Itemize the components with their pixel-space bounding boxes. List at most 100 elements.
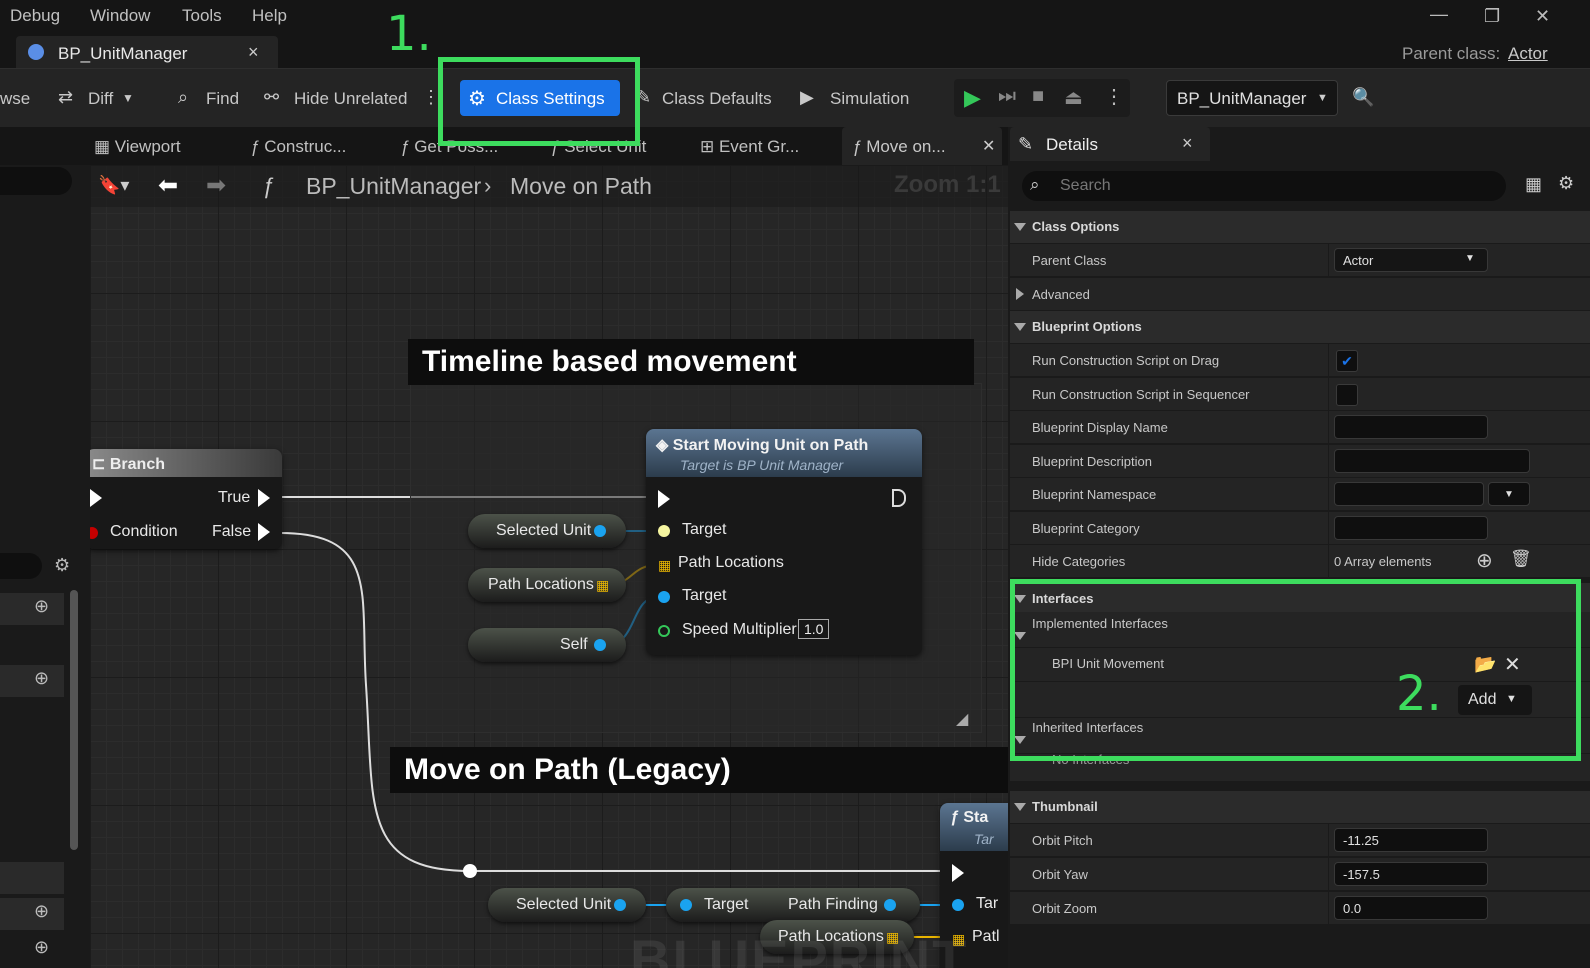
browse-button[interactable]: wse [0,89,30,109]
self-node[interactable]: Self [468,628,626,662]
minimize-icon[interactable]: — [1430,4,1448,25]
tab-details[interactable]: ✎ Details × [1010,127,1210,161]
exec-in-pin[interactable] [90,489,102,507]
gear-icon[interactable]: ⚙ [54,555,70,576]
table-view-icon[interactable]: ▦ [1525,174,1542,195]
add-icon[interactable]: ⊕ [34,596,49,617]
forward-arrow-icon[interactable]: ➡ [206,171,226,200]
resize-handle-icon[interactable]: ◢ [956,709,968,729]
left-scrollbar[interactable] [70,590,78,850]
trash-icon[interactable]: 🗑 [1510,549,1532,569]
comment-title[interactable]: Move on Path (Legacy) [390,747,1008,793]
target-pin[interactable] [680,899,692,911]
parent-class-dropdown[interactable]: Actor ▼ [1334,248,1488,272]
graph-canvas[interactable]: Timeline based movement ◢ Move on Path (… [90,165,1008,968]
class-options-header[interactable]: Class Options [1010,211,1590,243]
comment-title[interactable]: Timeline based movement [408,339,974,385]
search-icon: ⌕ [1030,175,1040,194]
section-label: Thumbnail [1032,799,1098,814]
close-window-icon[interactable]: ✕ [1535,6,1550,27]
left-filter-field[interactable] [0,553,42,579]
tab-event-graph[interactable]: ⊞ Event Gr... [700,137,799,157]
hide-unrelated-button[interactable]: Hide Unrelated [294,89,407,109]
variable-out-pin[interactable] [594,525,606,537]
false-exec-pin[interactable] [258,523,270,541]
path-locations-variable[interactable]: Path Locations ▦ [468,568,626,602]
find-button[interactable]: Find [206,89,239,109]
exec-in-pin[interactable] [658,490,670,508]
namespace-field[interactable] [1334,482,1484,506]
diff-button[interactable]: Diff [88,89,113,109]
eject-icon[interactable]: ⏏ [1064,85,1083,110]
reroute-node[interactable] [463,864,477,878]
selected-unit-variable[interactable]: Selected Unit [468,514,626,548]
find-icon: ⌕ [178,87,189,107]
tab-construction[interactable]: ƒ Construc... [250,137,346,157]
menu-window[interactable]: Window [90,6,150,26]
menu-help[interactable]: Help [252,6,287,26]
blueprint-options-header[interactable]: Blueprint Options [1010,311,1590,343]
row-label: Blueprint Namespace [1032,487,1157,502]
orbit-zoom-field[interactable]: 0.0 [1334,896,1488,920]
viewport-icon: ▦ [94,137,115,156]
play-icon[interactable]: ▶ [964,85,981,111]
variable-out-pin[interactable] [594,639,606,651]
find-in-browser-icon[interactable]: 🔍 [1352,87,1374,108]
tab-move-on-path[interactable]: ƒ Move on... ✕ [842,127,1002,165]
step-icon[interactable]: ⏭ [998,85,1016,108]
condition-pin[interactable] [90,527,98,539]
menu-debug[interactable]: Debug [10,6,60,26]
description-field[interactable] [1334,449,1530,473]
bookmark-icon[interactable]: 🔖▾ [98,175,129,196]
target-pin[interactable] [658,525,670,537]
namespace-dropdown[interactable]: ▼ [1488,482,1530,506]
display-name-field[interactable] [1334,415,1488,439]
variable-out-pin[interactable] [614,899,626,911]
play-options-icon[interactable]: ⋮ [1104,84,1124,109]
target-pin[interactable] [658,591,670,603]
exec-out-pin[interactable] [892,489,906,507]
speed-multiplier-value[interactable]: 1.0 [798,619,830,639]
selected-unit-variable[interactable]: Selected Unit [488,888,646,922]
add-icon[interactable]: ⊕ [34,901,49,922]
details-search-input[interactable]: ⌕ Search [1022,171,1506,201]
breadcrumb-root[interactable]: BP_UnitManager [306,173,481,200]
close-tab-icon[interactable]: × [248,42,259,63]
array-pin-icon[interactable]: ▦ [596,577,609,594]
gear-icon[interactable]: ⚙ [1558,173,1574,194]
target-pin[interactable] [952,899,964,911]
exec-in-pin[interactable] [952,864,964,882]
branch-node[interactable]: ⊏ Branch True Condition False [90,449,282,549]
parent-class-link[interactable]: Actor [1508,44,1548,64]
tab-viewport[interactable]: ▦ Viewport [94,137,181,157]
object-out-pin[interactable] [884,899,896,911]
category-field[interactable] [1334,516,1488,540]
add-icon[interactable]: ⊕ [1476,548,1493,573]
tab-bp-unitmanager[interactable]: BP_UnitManager × [16,36,278,70]
orbit-pitch-field[interactable]: -11.25 [1334,828,1488,852]
blueprint-debug-select[interactable]: BP_UnitManager ▼ [1166,80,1338,116]
start-moving-unit-node[interactable]: ◈ Start Moving Unit on Path Target is BP… [646,429,922,655]
true-exec-pin[interactable] [258,489,270,507]
simulation-button[interactable]: Simulation [830,89,909,109]
add-icon[interactable]: ⊕ [34,937,49,958]
close-tab-icon[interactable]: ✕ [982,136,995,156]
back-arrow-icon[interactable]: ⬅ [158,171,178,200]
stop-icon[interactable]: ■ [1032,85,1044,108]
orbit-yaw-field[interactable]: -157.5 [1334,862,1488,886]
add-icon[interactable]: ⊕ [34,668,49,689]
thumbnail-header[interactable]: Thumbnail [1010,791,1590,823]
menu-tools[interactable]: Tools [182,6,222,26]
restore-icon[interactable]: ❐ [1484,6,1500,27]
path-locations-pin-label: Patl [972,928,1000,945]
run-cs-in-sequencer-checkbox[interactable] [1336,384,1358,406]
run-cs-on-drag-checkbox[interactable]: ✔ [1336,350,1358,372]
class-defaults-button[interactable]: Class Defaults [662,89,772,109]
path-finding-node[interactable]: Target Path Finding [666,888,920,922]
row-divider [1328,445,1329,478]
speed-multiplier-pin[interactable] [658,625,670,637]
left-search-field[interactable] [0,167,72,195]
close-tab-icon[interactable]: × [1182,133,1193,154]
array-pin-icon[interactable]: ▦ [658,557,671,574]
advanced-row[interactable]: Advanced [1010,278,1590,311]
